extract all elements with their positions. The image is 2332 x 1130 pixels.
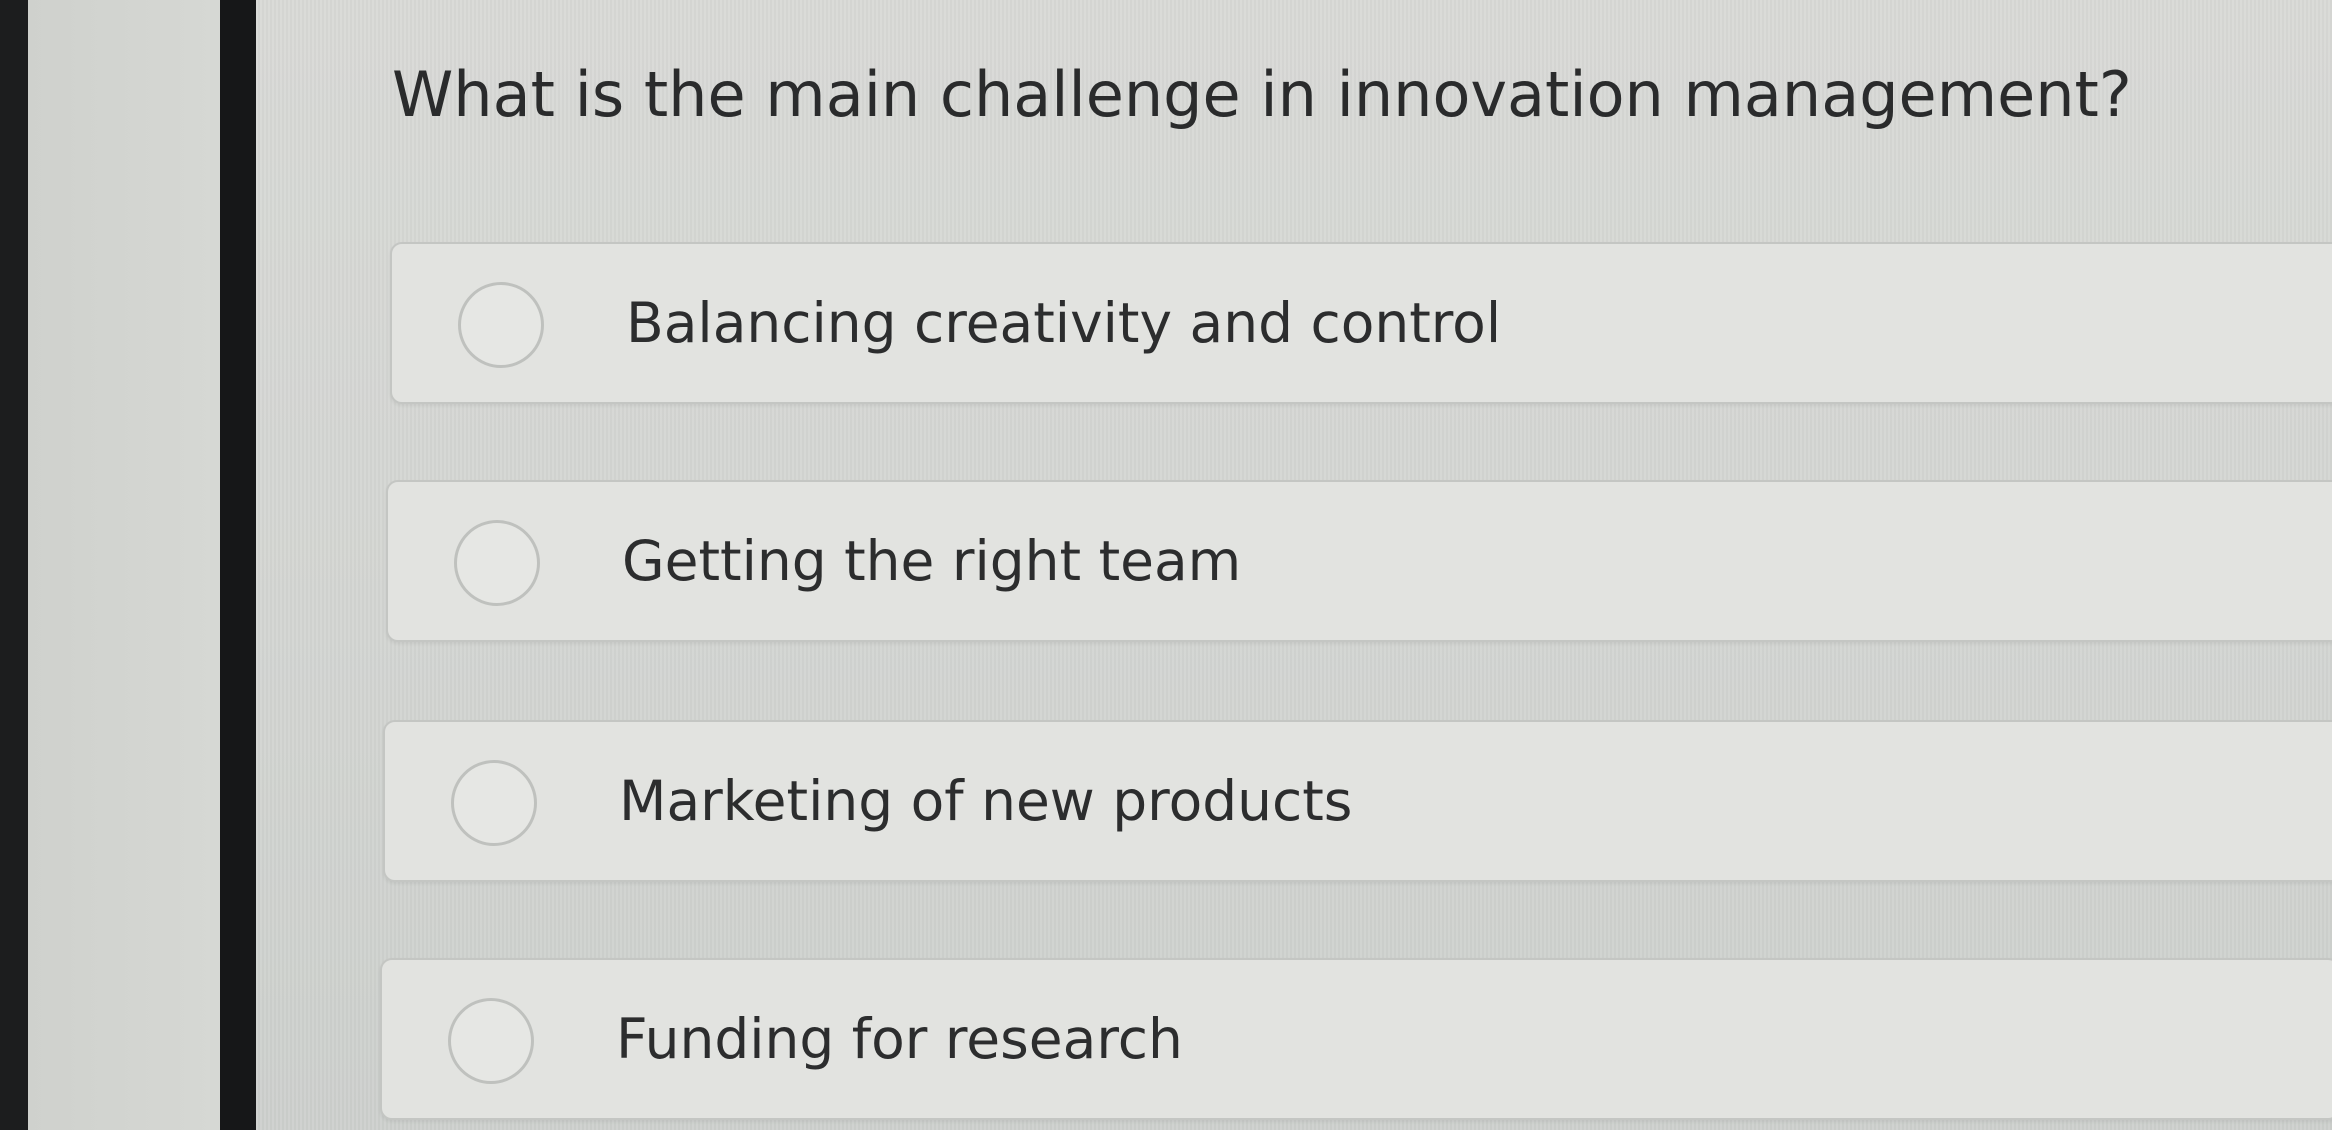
answer-option-3[interactable]: Marketing of new products [383,720,2332,882]
radio-unchecked-icon[interactable] [451,760,537,846]
answer-option-label: Marketing of new products [619,769,1353,833]
screen: What is the main challenge in innovation… [0,0,2332,1130]
radio-unchecked-icon[interactable] [458,282,544,368]
answer-option-label: Funding for research [616,1007,1183,1071]
question-text: What is the main challenge in innovation… [392,58,2132,131]
radio-unchecked-icon[interactable] [448,998,534,1084]
screen-edge [0,0,28,1130]
answer-option-2[interactable]: Getting the right team [386,480,2332,642]
answer-option-4[interactable]: Funding for research [380,958,2332,1120]
sidebar-divider [220,0,256,1130]
left-panel [28,0,220,1130]
answer-option-1[interactable]: Balancing creativity and control [390,242,2332,404]
answer-option-label: Getting the right team [622,529,1242,593]
answer-option-label: Balancing creativity and control [626,291,1502,355]
radio-unchecked-icon[interactable] [454,520,540,606]
